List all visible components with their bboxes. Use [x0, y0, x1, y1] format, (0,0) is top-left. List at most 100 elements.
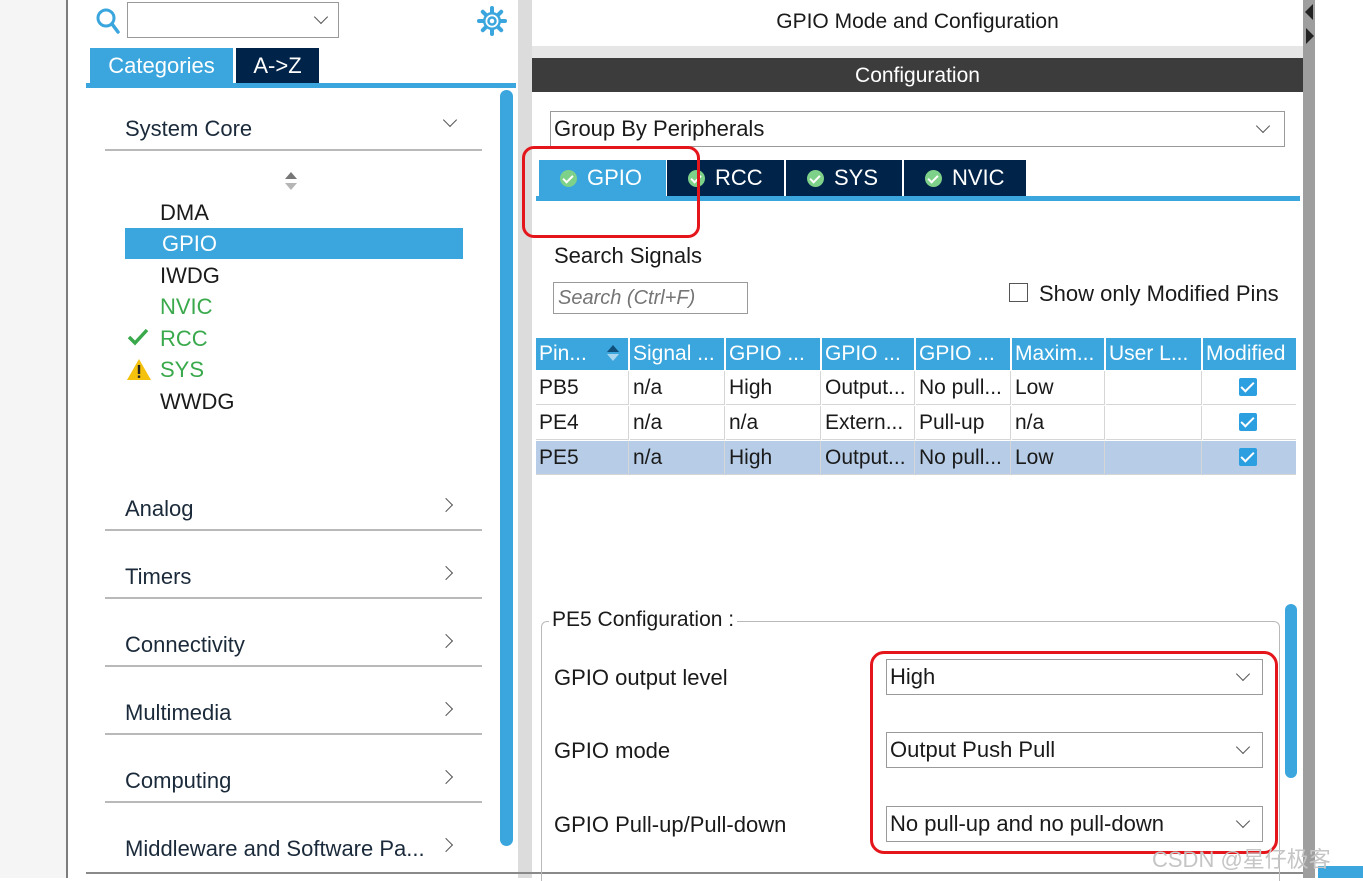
column-header-max-speed[interactable]: Maxim...: [1012, 338, 1105, 370]
divider: [105, 665, 482, 667]
gear-icon[interactable]: [476, 5, 508, 37]
cell-pin: PE4: [536, 406, 629, 440]
chevron-down-icon[interactable]: [442, 112, 458, 128]
pin-config-title: PE5 Configuration :: [549, 608, 738, 632]
cell-speed: n/a: [1012, 406, 1105, 440]
tab-categories-label: Categories: [108, 53, 215, 78]
divider: [105, 529, 482, 531]
group-by-select[interactable]: Group By Peripherals: [550, 111, 1285, 147]
cell-pull: No pull...: [916, 441, 1011, 475]
list-item-iwdg[interactable]: IWDG: [160, 263, 220, 289]
configuration-title: Configuration: [855, 64, 980, 87]
show-modified-label[interactable]: Show only Modified Pins: [1039, 281, 1279, 307]
cell-user-label: [1106, 406, 1202, 440]
category-computing[interactable]: Computing: [125, 768, 231, 794]
tab-nvic-label: NVIC: [952, 165, 1005, 190]
cell-level: High: [726, 371, 821, 405]
list-item-gpio[interactable]: GPIO: [162, 231, 217, 257]
column-header-gpio-pull[interactable]: GPIO ...: [916, 338, 1011, 370]
check-circle-icon: [925, 169, 942, 187]
list-item-wwdg[interactable]: WWDG: [160, 389, 235, 415]
left-scrollbar-thumb[interactable]: [500, 90, 513, 846]
list-item-nvic[interactable]: NVIC: [160, 294, 213, 320]
search-signals-label: Search Signals: [554, 243, 702, 268]
tab-nvic[interactable]: NVIC: [904, 160, 1026, 196]
cell-speed: Low: [1012, 441, 1105, 475]
list-item-rcc[interactable]: RCC: [160, 326, 208, 352]
window-left-margin: [0, 0, 66, 878]
header-gap: [532, 46, 1303, 58]
sort-icon[interactable]: [284, 170, 298, 192]
list-item-dma[interactable]: DMA: [160, 200, 209, 226]
chevron-right-icon[interactable]: [438, 633, 454, 649]
chevron-right-icon[interactable]: [438, 837, 454, 853]
category-timers[interactable]: Timers: [125, 564, 191, 590]
mode-header: GPIO Mode and Configuration: [532, 0, 1303, 46]
cell-signal: n/a: [630, 371, 725, 405]
category-multimedia[interactable]: Multimedia: [125, 700, 231, 726]
column-header-signal[interactable]: Signal ...: [630, 338, 725, 370]
cell-user-label: [1106, 441, 1202, 475]
category-analog[interactable]: Analog: [125, 496, 194, 522]
cell-signal: n/a: [630, 406, 725, 440]
tab-a-z[interactable]: A->Z: [236, 48, 319, 83]
chevron-right-icon[interactable]: [438, 565, 454, 581]
cell-pin: PB5: [536, 371, 629, 405]
gpio-output-level-label: GPIO output level: [554, 665, 728, 690]
header-title: GPIO Mode and Configuration: [776, 10, 1059, 33]
cell-signal: n/a: [630, 441, 725, 475]
chevron-down-icon[interactable]: [313, 9, 329, 25]
right-scrollbar-thumb[interactable]: [1285, 604, 1297, 778]
collapse-arrow-icon[interactable]: [1305, 4, 1313, 20]
warning-icon: [126, 358, 152, 382]
tab-rcc-label: RCC: [715, 165, 763, 190]
chevron-right-icon[interactable]: [438, 701, 454, 717]
tab-sys[interactable]: SYS: [786, 160, 902, 196]
cell-pin: PE5: [536, 441, 629, 475]
modified-checkbox[interactable]: [1239, 413, 1257, 431]
modified-checkbox[interactable]: [1239, 448, 1257, 466]
column-header-modified[interactable]: Modified: [1203, 338, 1296, 370]
category-middleware[interactable]: Middleware and Software Pa...: [125, 836, 425, 862]
panel-divider[interactable]: [518, 0, 532, 878]
group-by-value: Group By Peripherals: [554, 116, 765, 141]
category-connectivity[interactable]: Connectivity: [125, 632, 245, 658]
cell-mode: Output...: [822, 441, 915, 475]
gpio-mode-label: GPIO mode: [554, 738, 671, 763]
chevron-right-icon[interactable]: [438, 497, 454, 513]
right-edge-strip: [1303, 0, 1315, 878]
column-header-gpio-level[interactable]: GPIO ...: [726, 338, 821, 370]
cell-user-label: [1106, 371, 1202, 405]
tab-a-z-label: A->Z: [253, 53, 302, 78]
list-item-sys[interactable]: SYS: [160, 357, 204, 383]
chevron-down-icon[interactable]: [1255, 118, 1271, 134]
sort-icon[interactable]: [606, 343, 620, 363]
watermark: CSDN @星仔极客: [1152, 847, 1331, 872]
cell-level: n/a: [726, 406, 821, 440]
search-signals-input[interactable]: [553, 282, 748, 314]
show-modified-checkbox[interactable]: [1009, 283, 1028, 302]
window-left-border: [66, 0, 68, 878]
column-header-gpio-mode[interactable]: GPIO ...: [822, 338, 915, 370]
modified-checkbox[interactable]: [1239, 378, 1257, 396]
highlight-gpio-tab: [522, 146, 700, 238]
cell-pull: No pull...: [916, 371, 1011, 405]
configuration-bar: Configuration: [532, 58, 1303, 92]
tab-categories[interactable]: Categories: [90, 48, 233, 83]
divider: [105, 597, 482, 599]
check-circle-icon: [807, 169, 824, 187]
gpio-pull-label: GPIO Pull-up/Pull-down: [554, 812, 787, 837]
category-system-core[interactable]: System Core: [125, 116, 252, 142]
divider: [105, 149, 482, 151]
column-header-user-label[interactable]: User L...: [1106, 338, 1202, 370]
cell-level: High: [726, 441, 821, 475]
search-icon[interactable]: [96, 8, 120, 36]
divider: [105, 733, 482, 735]
cell-mode: Extern...: [822, 406, 915, 440]
search-combo[interactable]: [127, 2, 339, 38]
tab-sys-label: SYS: [834, 165, 879, 190]
cell-pull: Pull-up: [916, 406, 1011, 440]
expand-arrow-icon[interactable]: [1306, 28, 1314, 44]
highlight-config-fields: [870, 651, 1278, 854]
chevron-right-icon[interactable]: [438, 769, 454, 785]
